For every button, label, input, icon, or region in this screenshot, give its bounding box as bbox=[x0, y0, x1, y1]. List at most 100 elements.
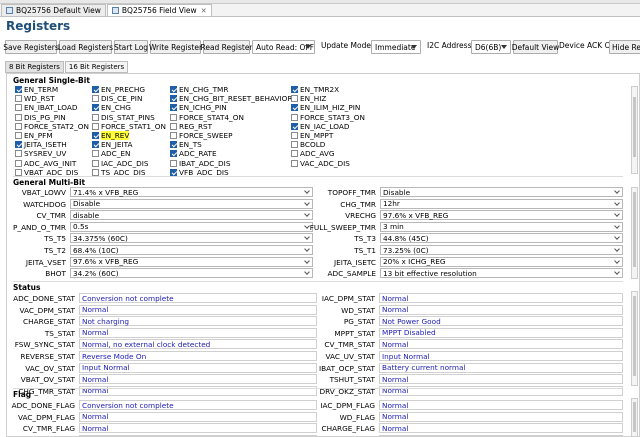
multi-bit-scrollbar[interactable] bbox=[631, 187, 638, 279]
checkbox-box[interactable] bbox=[291, 86, 298, 93]
checkbox-box[interactable] bbox=[92, 159, 99, 167]
read-register-button[interactable]: Read Register bbox=[200, 40, 253, 54]
checkbox-box[interactable] bbox=[291, 104, 298, 112]
checkbox-force-stat1-on[interactable]: FORCE_STAT1_ON bbox=[92, 122, 166, 131]
checkbox-en-jeita[interactable]: EN_JEITA bbox=[92, 140, 133, 149]
default-view-button[interactable]: Default View bbox=[512, 40, 559, 54]
checkbox-ibat-adc-dis[interactable]: IBAT_ADC_DIS bbox=[170, 159, 230, 168]
checkbox-en-tmr2x[interactable]: EN_TMR2X bbox=[291, 85, 339, 94]
checkbox-en-ichg-pin[interactable]: EN_ICHG_PIN bbox=[170, 103, 227, 112]
select-jeita-vset[interactable]: 97.6% x VFB_REG bbox=[70, 256, 313, 267]
checkbox-box[interactable] bbox=[291, 141, 298, 149]
checkbox-en-ilim-hiz-pin[interactable]: EN_ILIM_HIZ_PIN bbox=[291, 103, 360, 112]
checkbox-bcold[interactable]: BCOLD bbox=[291, 140, 325, 149]
checkbox-box[interactable] bbox=[291, 132, 298, 139]
checkbox-sysrev-uv[interactable]: SYSREV_UV bbox=[15, 149, 66, 158]
checkbox-box[interactable] bbox=[92, 132, 99, 139]
checkbox-box[interactable] bbox=[15, 132, 22, 139]
checkbox-force-stat3-on[interactable]: FORCE_STAT3_ON bbox=[291, 113, 365, 122]
checkbox-box[interactable] bbox=[15, 113, 22, 121]
checkbox-dis-stat-pins[interactable]: DIS_STAT_PINS bbox=[92, 113, 155, 122]
checkbox-box[interactable] bbox=[15, 86, 22, 93]
select-chg-tmr[interactable]: 12hr bbox=[380, 198, 623, 209]
checkbox-box[interactable] bbox=[92, 113, 99, 121]
checkbox-en-mppt[interactable]: EN_MPPT bbox=[291, 131, 333, 140]
checkbox-reg-rst[interactable]: REG_RST bbox=[170, 122, 212, 131]
checkbox-force-sweep[interactable]: FORCE_SWEEP bbox=[170, 131, 232, 140]
checkbox-vac-adc-dis[interactable]: VAC_ADC_DIS bbox=[291, 159, 350, 168]
scrollbar-thumb[interactable] bbox=[633, 97, 636, 157]
auto-read-select[interactable]: Auto Read: OFF bbox=[252, 40, 315, 54]
checkbox-en-chg-tmr[interactable]: EN_CHG_TMR bbox=[170, 85, 228, 94]
checkbox-box[interactable] bbox=[15, 122, 22, 130]
update-mode-select[interactable]: Immediate bbox=[371, 40, 421, 54]
checkbox-dis-ce-pin[interactable]: DIS_CE_PIN bbox=[92, 94, 142, 103]
select-topoff-tmr[interactable]: Disable bbox=[380, 187, 623, 197]
checkbox-box[interactable] bbox=[15, 141, 22, 149]
checkbox-box[interactable] bbox=[170, 113, 177, 121]
checkbox-en-term[interactable]: EN_TERM bbox=[15, 85, 58, 94]
checkbox-en-pfm[interactable]: EN_PFM bbox=[15, 131, 53, 140]
select-vrechg[interactable]: 97.6% x VFB_REG bbox=[380, 210, 623, 221]
checkbox-box[interactable] bbox=[92, 104, 99, 112]
checkbox-box[interactable] bbox=[170, 104, 177, 112]
scrollbar-thumb[interactable] bbox=[633, 402, 636, 432]
checkbox-box[interactable] bbox=[15, 150, 22, 158]
checkbox-box[interactable] bbox=[291, 113, 298, 121]
i2c-address-select[interactable]: D6(6B) bbox=[471, 40, 511, 54]
checkbox-wd-rst[interactable]: WD_RST bbox=[15, 94, 55, 103]
select-p-and-o-tmr[interactable]: 0.5s bbox=[70, 221, 313, 232]
select-watchdog[interactable]: Disable bbox=[70, 198, 313, 209]
select-vbat-lowv[interactable]: 71.4% x VFB_REG bbox=[70, 187, 313, 197]
checkbox-adc-avg-init[interactable]: ADC_AVG_INIT bbox=[15, 159, 76, 168]
checkbox-dis-pg-pin[interactable]: DIS_PG_PIN bbox=[15, 113, 66, 122]
checkbox-iac-adc-dis[interactable]: IAC_ADC_DIS bbox=[92, 159, 149, 168]
checkbox-box[interactable] bbox=[92, 141, 99, 149]
flag-scrollbar[interactable] bbox=[631, 398, 638, 436]
checkbox-box[interactable] bbox=[170, 95, 177, 103]
start-log-button[interactable]: Start Log bbox=[114, 40, 148, 54]
checkbox-force-stat2-on[interactable]: FORCE_STAT2_ON bbox=[15, 122, 89, 131]
checkbox-en-ts[interactable]: EN_TS bbox=[170, 140, 202, 149]
load-registers-button[interactable]: Load Registers bbox=[58, 40, 113, 54]
select-bhot[interactable]: 34.2% (60C) bbox=[70, 268, 313, 279]
checkbox-box[interactable] bbox=[170, 122, 177, 130]
status-scrollbar[interactable] bbox=[631, 291, 638, 386]
scrollbar-thumb[interactable] bbox=[633, 296, 636, 376]
checkbox-box[interactable] bbox=[92, 168, 99, 176]
tab-16-bit-registers[interactable]: 16 Bit Registers bbox=[64, 61, 129, 73]
checkbox-box[interactable] bbox=[291, 150, 298, 158]
checkbox-box[interactable] bbox=[291, 95, 298, 103]
select-ts-t3[interactable]: 44.8% (45C) bbox=[380, 233, 623, 244]
checkbox-en-rev[interactable]: EN_REV bbox=[92, 131, 130, 140]
checkbox-box[interactable] bbox=[170, 159, 177, 167]
checkbox-box[interactable] bbox=[92, 150, 99, 158]
checkbox-box[interactable] bbox=[170, 141, 177, 149]
select-adc-sample[interactable]: 13 bit effective resolution bbox=[380, 268, 623, 279]
save-registers-button[interactable]: Save Registers bbox=[3, 40, 59, 54]
select-ts-t5[interactable]: 34.375% (60C) bbox=[70, 233, 313, 244]
checkbox-box[interactable] bbox=[291, 122, 298, 130]
checkbox-jeita-iseth[interactable]: JEITA_ISETH bbox=[15, 140, 67, 149]
close-icon[interactable]: ✕ bbox=[201, 7, 207, 15]
checkbox-box[interactable] bbox=[170, 150, 177, 158]
checkbox-box[interactable] bbox=[92, 95, 99, 103]
checkbox-box[interactable] bbox=[15, 159, 22, 167]
select-ts-t1[interactable]: 73.25% (0C) bbox=[380, 245, 623, 255]
select-jeita-isetc[interactable]: 20% x ICHG_REG bbox=[380, 256, 623, 267]
checkbox-box[interactable] bbox=[291, 159, 298, 167]
hide-reg-button[interactable]: Hide Reg bbox=[609, 40, 640, 54]
checkbox-en-ibat-load[interactable]: EN_IBAT_LOAD bbox=[15, 103, 77, 112]
checkbox-en-iac-load[interactable]: EN_IAC_LOAD bbox=[291, 122, 350, 131]
checkbox-box[interactable] bbox=[170, 86, 177, 93]
checkbox-box[interactable] bbox=[170, 132, 177, 139]
checkbox-adc-avg[interactable]: ADC_AVG bbox=[291, 149, 335, 158]
tab-field-view[interactable]: BQ25756 Field View ✕ bbox=[106, 4, 212, 16]
checkbox-adc-rate[interactable]: ADC_RATE bbox=[170, 149, 217, 158]
checkbox-box[interactable] bbox=[15, 104, 22, 112]
select-cv-tmr[interactable]: disable bbox=[70, 210, 313, 221]
tab-8-bit-registers[interactable]: 8 Bit Registers bbox=[5, 61, 64, 73]
select-ts-t2[interactable]: 68.4% (10C) bbox=[70, 245, 313, 255]
checkbox-box[interactable] bbox=[15, 168, 22, 176]
checkbox-box[interactable] bbox=[15, 95, 22, 103]
